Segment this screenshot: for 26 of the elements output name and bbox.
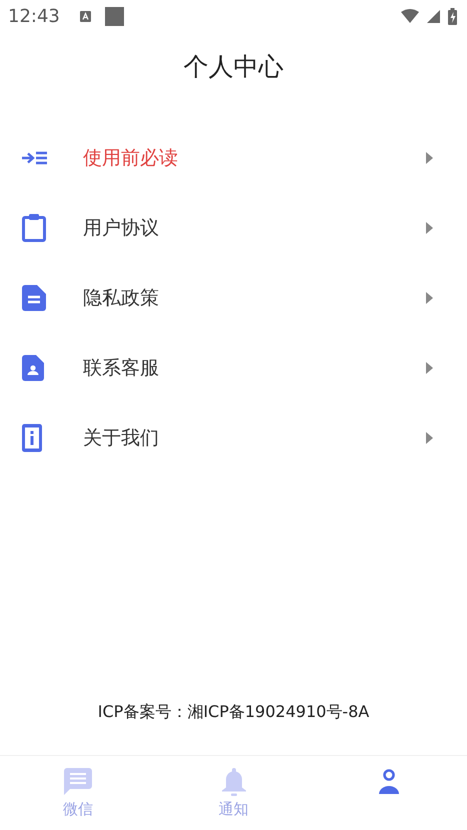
menu-item[interactable]: 使用前必读 (0, 123, 467, 193)
icp-text: ICP备案号：湘ICP备19024910号-8A (96, 702, 370, 723)
menu-item[interactable]: 隐私政策 (0, 263, 467, 333)
chat-icon (64, 768, 92, 796)
chevron-icon (426, 222, 433, 234)
menu-item[interactable]: 联系客服 (0, 333, 467, 403)
arrow-list-icon (22, 151, 48, 165)
square-notification-icon (104, 6, 124, 26)
menu-item[interactable]: 用户协议 (0, 193, 467, 263)
contact-document-icon (22, 355, 44, 381)
battery-icon (448, 8, 457, 24)
clipboard-icon (22, 214, 46, 242)
bell-icon (222, 768, 246, 796)
page-title: 个人中心 (182, 51, 284, 83)
chevron-icon (426, 152, 433, 164)
chevron-icon (426, 362, 433, 374)
info-icon (22, 424, 42, 452)
status-time: 12:43 (8, 6, 60, 26)
chevron-icon (426, 292, 433, 304)
chevron-icon (426, 432, 433, 444)
menu-item[interactable]: 关于我们 (0, 403, 467, 473)
person-icon (377, 768, 402, 796)
document-icon (22, 285, 46, 311)
wifi-icon (401, 9, 419, 23)
signal-icon (427, 10, 440, 22)
keyboard-notification-icon (80, 10, 91, 22)
